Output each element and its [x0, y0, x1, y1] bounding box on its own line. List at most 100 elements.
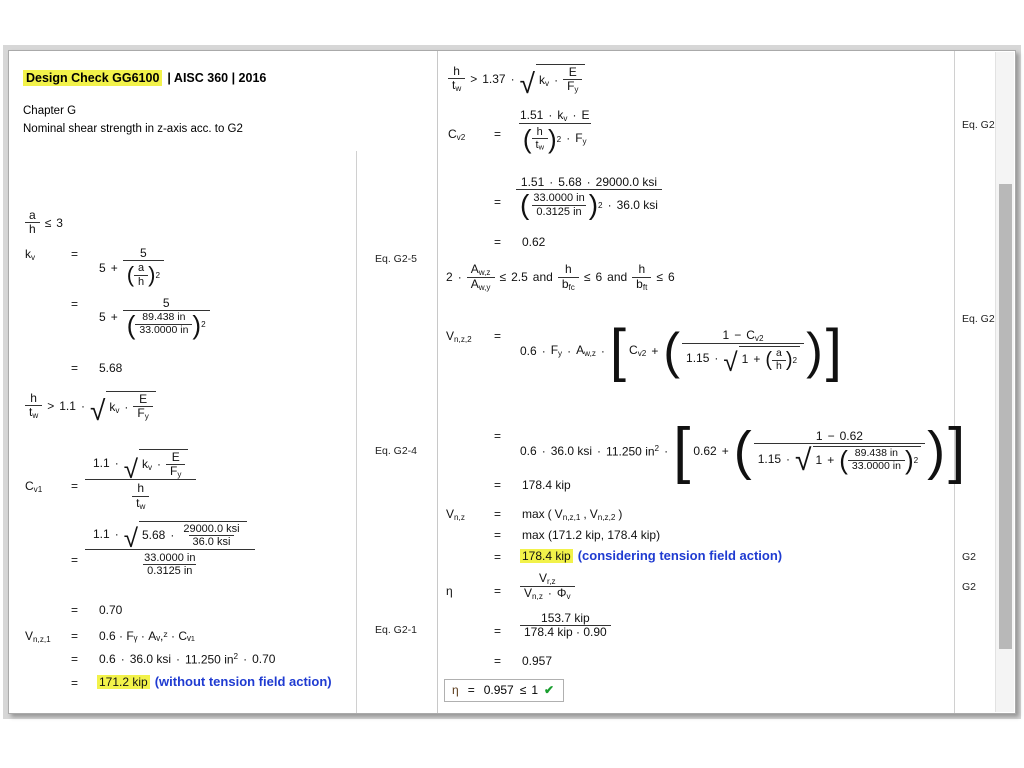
cv1-symbol: Cv1	[25, 479, 43, 494]
htw-den: tw	[25, 405, 43, 420]
htw-sqrt: √ kv · E Fy	[90, 391, 156, 425]
kv-l2-den-den: 33.0000 in	[135, 324, 193, 337]
vnz1-equals-3: =	[71, 676, 79, 690]
cond-aw-d3: bft	[632, 276, 652, 292]
vnz2-sym-Fy: Fy	[550, 343, 563, 359]
vnz1-result-row: 171.2 kip (without tension field action)	[97, 674, 332, 689]
document-frame: Design Check GG6100 | AISC 360 | 2016 Cha…	[8, 50, 1016, 714]
page-right: h tw > 1.37 · √ kv · E Fy Cv2 = 1.51 · k…	[437, 51, 995, 713]
vnz2-equals-3: =	[494, 478, 502, 492]
cond-aw-d2: bfc	[557, 276, 579, 292]
r-htw-E: E	[568, 65, 577, 79]
eta-equals-2: =	[494, 624, 502, 638]
vnz2-val-fden: 1.15 · √ 1 + (89.438 in 33.0000 in) 2	[753, 443, 926, 475]
cv2-val-exp: 2	[598, 200, 603, 210]
r-htw-den: tw	[448, 78, 466, 93]
vnz2-symbolic: 0.6 · Fy · Aw,z · [ Cv2 + (1 − Cv2 1.15…	[520, 317, 842, 383]
vnz-arg2: Vn,z,2	[589, 507, 616, 522]
eta-equals-3: =	[494, 654, 502, 668]
vnz2-numeric: 0.6 · 36.0 ksi · 11.250 in2 · [ 0.62 + (	[520, 416, 966, 485]
final-eta-symbol: η	[452, 683, 459, 697]
r-htw-Fy: Fy	[563, 79, 583, 94]
cv2-symbolic: 1.51 · kv · E ( h tw) 2 · Fy	[516, 108, 593, 152]
final-value: 0.957	[483, 683, 514, 697]
scrollbar-thumb[interactable]	[999, 184, 1012, 649]
vnz2-sym-fden: 1.15 · √ 1 + (a h) 2	[682, 342, 805, 375]
cv1-val-kv: 5.68	[141, 528, 166, 543]
eta-equals-1: =	[494, 584, 502, 598]
r-htw-factor: 1.37	[482, 72, 506, 87]
vnz2-sym-inner-paren: ( 1 − Cv2 1.15 · √ 1 + (a h) 2)	[663, 322, 823, 379]
cv2-equals-2: =	[494, 195, 502, 209]
cv2-equals-1: =	[494, 127, 502, 141]
kv-line1: 5 + 5 ( a h ) 2	[99, 246, 165, 288]
cv1-result: 0.70	[99, 603, 123, 617]
cv1-val-Fy: 36.0 ksi	[188, 535, 235, 548]
kv-l1-paren: ( a h ) 2	[126, 262, 161, 288]
cond-aw-op2: ≤	[583, 270, 591, 285]
vnz1-v3: 11.250 in2	[185, 652, 239, 667]
ah-num: a	[29, 208, 36, 222]
kv-l2-const: 5	[99, 310, 106, 325]
vnz2-val-bracket: [ 0.62 + ( 1 − 0.62 1.15 · √ 1 + (89.43…	[673, 416, 966, 485]
r-htw-sqrt: √ kv · E Fy	[520, 64, 586, 98]
eq-ref-g2-7: Eq. G2-7	[962, 313, 995, 325]
vnz-symbol: Vn,z	[446, 507, 465, 522]
r-htw-kv: kv	[538, 72, 550, 88]
cv1-sym-tw: tw	[132, 495, 150, 511]
cv1-sym-den: h tw	[85, 479, 197, 511]
cv2-sym-num: 1.51 · kv · E	[520, 108, 590, 123]
eta-sym-den: Vn,z · Φv	[520, 585, 575, 601]
eta-val-den: 178.4 kip · 0.90	[520, 625, 611, 639]
cv1-val-tw: 0.3125 in	[143, 563, 197, 577]
kv-l2-num: 5	[162, 296, 170, 310]
cv1-sym-h: h	[137, 481, 145, 496]
vnz2-symbol: Vn,z,2	[446, 329, 472, 344]
vnz-equals-3: =	[494, 550, 502, 564]
cv2-sym-151: 1.51	[520, 108, 544, 123]
cv2-val-kv: 5.68	[558, 175, 582, 189]
kv-l1-den-num: a	[138, 262, 145, 275]
vnz-result: 178.4 kip	[520, 548, 573, 563]
cv2-val-Fy: 36.0 ksi	[616, 197, 658, 212]
kv-line2: 5 + 5 ( 89.438 in 33.0000 in ) 2	[99, 296, 210, 338]
kv-equals-3: =	[71, 361, 79, 375]
cond-aw-op1: ≤	[499, 270, 507, 285]
htw-E: E	[139, 392, 148, 406]
vnz1-v1: 0.6	[99, 652, 116, 667]
cond-aw-den: Aw,y	[466, 276, 495, 292]
kv-l2-plus: +	[110, 310, 118, 325]
page-left: Design Check GG6100 | AISC 360 | 2016 Cha…	[11, 51, 431, 713]
vnz2-equals-2: =	[494, 429, 502, 443]
left-reference-rule	[356, 151, 357, 713]
cv1-val-E: 29000.0 ksi	[183, 523, 240, 535]
ah-limit: 3	[56, 215, 63, 230]
final-equals: =	[467, 683, 475, 697]
vnz2-sym-cv2: Cv2	[629, 343, 647, 359]
vnz-line1: max ( Vn,z,1 , Vn,z,2 )	[522, 507, 623, 522]
ah-operator: ≤	[44, 215, 52, 230]
cond-aw-lead: 2	[446, 270, 453, 285]
pages-viewport: Design Check GG6100 | AISC 360 | 2016 Cha…	[9, 51, 995, 713]
cv2-symbol: Cv2	[448, 127, 466, 142]
htw-op: >	[47, 399, 55, 414]
vertical-scrollbar[interactable]	[995, 52, 1014, 712]
htw-dot: ·	[80, 399, 85, 414]
vnz2-val-aw: 11.250 in2	[606, 444, 660, 459]
kv-equals-2: =	[71, 297, 79, 311]
vnz1-formula: 0.6 · Fᵧ · Aᵥ,ᶻ · Cᵥ₁	[99, 629, 195, 643]
vnz2-equals-1: =	[494, 329, 502, 343]
htw-Fy: Fy	[133, 406, 153, 421]
chapter-label: Chapter G	[23, 105, 77, 117]
final-limit: 1	[531, 683, 539, 697]
cv1-sym-E: E	[171, 450, 180, 464]
eq-ref-g2-b: G2	[962, 581, 977, 593]
eta-val-num: 153.7 kip	[541, 611, 590, 625]
vnz2-val-fy: 36.0 ksi	[550, 444, 593, 459]
condition-h-over-tw-left: h tw > 1.1 · √ kv · E Fy	[25, 391, 156, 425]
eta-symbolic: Vr,z Vn,z · Φv	[520, 571, 575, 601]
cond-aw-v3: 6	[668, 270, 675, 285]
right-reference-rule	[954, 51, 955, 713]
r-htw-op: >	[470, 72, 478, 87]
cv1-numeric: 1.1 · √ 5.68 · 29000.0 ksi 36.0 ksi 33.0…	[85, 521, 255, 577]
